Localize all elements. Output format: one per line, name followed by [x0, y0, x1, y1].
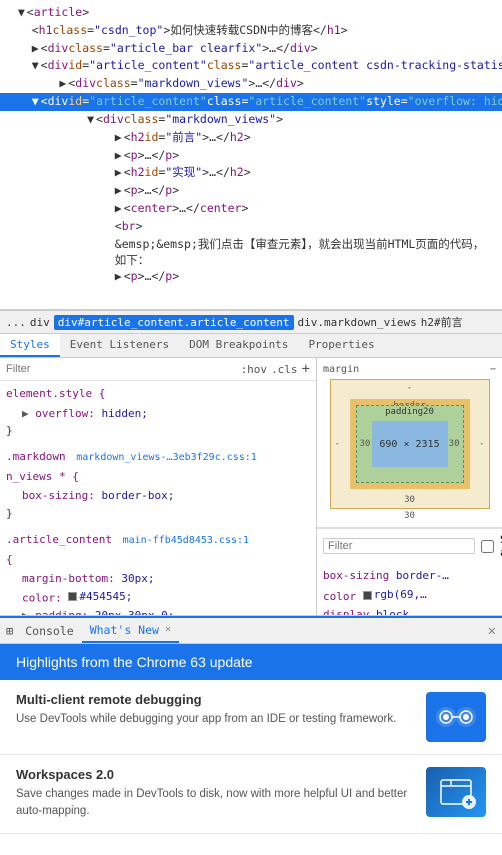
tab-styles[interactable]: Styles	[0, 334, 60, 357]
styles-content: :hov .cls + element.style { ▶ overflow: …	[0, 358, 502, 615]
breadcrumb-item[interactable]: div.markdown_views	[298, 316, 417, 329]
item-image	[426, 767, 486, 817]
css-rule: .article_content main-ffb45d8453.css:1 {…	[6, 531, 310, 615]
expand-arrow[interactable]: ▶	[115, 147, 122, 165]
css-selector: element.style {	[6, 385, 310, 403]
tree-line[interactable]: ▶ <h2 id="前言" >…</h2>	[0, 129, 502, 147]
close-panel-button[interactable]: ✕	[488, 623, 496, 639]
css-property: ▶ overflow: hidden;	[6, 405, 310, 423]
tree-line[interactable]: &emsp;&emsp;我们点击【审查元素】，就会出现当前HTML页面的代码，如…	[0, 236, 502, 268]
tree-line[interactable]: ▶ <p >…</p>	[0, 182, 502, 200]
css-property: margin-bottom: 30px;	[6, 570, 310, 588]
tree-line[interactable]: ▶ <div class="markdown_views" >…</div>	[0, 75, 502, 93]
computed-prop: color rgb(69,…	[323, 586, 496, 607]
tree-line[interactable]: ▶ <div class="article_bar clearfix" >…</…	[0, 40, 502, 58]
tree-line[interactable]: <br>	[0, 218, 502, 236]
tab-whats-new[interactable]: What's New ✕	[82, 619, 179, 643]
breadcrumb-item-active[interactable]: div#article_content.article_content	[54, 315, 294, 330]
html-tree-panel: ▼ <article> <h1 class="csdn_top" >如何快速转载…	[0, 0, 502, 310]
box-model-section: margin − - 30 - - border	[317, 358, 502, 528]
tab-console[interactable]: Console	[17, 620, 81, 642]
css-selector: n_views * {	[6, 468, 310, 486]
breadcrumb: ... div div#article_content.article_cont…	[0, 310, 502, 334]
breadcrumb-item[interactable]: div	[30, 316, 50, 329]
styles-right: margin − - 30 - - border	[317, 358, 502, 615]
color-swatch[interactable]	[68, 592, 77, 601]
computed-properties: box-sizing border-… color rgb(69,… displ…	[317, 563, 502, 615]
css-rule: .markdown markdown_views-…3eb3f29c.css:1…	[6, 448, 310, 523]
tree-line[interactable]: ▶ <center >…</center>	[0, 200, 502, 218]
tab-event-listeners[interactable]: Event Listeners	[60, 334, 179, 357]
expand-arrow[interactable]: ▶	[59, 75, 66, 93]
remote-debug-illustration	[431, 695, 481, 739]
css-selector: .markdown markdown_views-…3eb3f29c.css:1	[6, 448, 310, 466]
tab-properties[interactable]: Properties	[298, 334, 384, 357]
box-content: 690 × 2315	[372, 421, 448, 467]
filter-input[interactable]	[6, 363, 237, 375]
hov-button[interactable]: :hov	[241, 363, 268, 376]
css-source-link[interactable]: markdown_views-…3eb3f29c.css:1	[76, 452, 257, 463]
tree-line[interactable]: ▼ <article>	[0, 4, 502, 22]
expand-arrow[interactable]: ▶	[32, 40, 39, 58]
expand-arrow[interactable]: ▼	[32, 57, 39, 75]
css-property: color: #454545;	[6, 588, 310, 607]
computed-prop: box-sizing border-…	[323, 567, 496, 586]
expand-arrow[interactable]: ▼	[87, 111, 94, 129]
right-filter: Show all	[317, 528, 502, 563]
css-property: box-sizing: border-box;	[6, 487, 310, 505]
css-selector: .article_content main-ffb45d8453.css:1	[6, 531, 310, 549]
right-filter-input[interactable]	[323, 538, 475, 554]
css-selector-brace: {	[6, 551, 310, 569]
tree-line[interactable]: ▼ <div class="markdown_views" >	[0, 111, 502, 129]
console-tab-label: Console	[25, 624, 73, 638]
tree-line[interactable]: ▼ <div id="article_content" class="artic…	[0, 57, 502, 75]
box-bottom-margin: 30	[323, 511, 496, 521]
expand-arrow[interactable]: ▶	[115, 200, 122, 218]
box-model: - 30 - - border padding20 30 30	[330, 379, 490, 509]
styles-tabs: Styles Event Listeners DOM Breakpoints P…	[0, 334, 502, 358]
whats-new-item: Multi-client remote debugging Use DevToo…	[0, 680, 502, 755]
item-image	[426, 692, 486, 742]
expand-arrow[interactable]: ▼	[18, 4, 25, 22]
whats-new-header: Highlights from the Chrome 63 update	[0, 644, 502, 680]
styles-left: :hov .cls + element.style { ▶ overflow: …	[0, 358, 317, 615]
styles-panel: Styles Event Listeners DOM Breakpoints P…	[0, 334, 502, 616]
breadcrumb-item[interactable]: ...	[6, 316, 26, 329]
breadcrumb-item[interactable]: h2#前言	[421, 314, 463, 330]
whats-new-item: Workspaces 2.0 Save changes made in DevT…	[0, 755, 502, 834]
tab-dom-breakpoints[interactable]: DOM Breakpoints	[179, 334, 298, 357]
close-whats-new-button[interactable]: ✕	[165, 624, 171, 635]
whats-new-panel: Highlights from the Chrome 63 update Mul…	[0, 644, 502, 834]
expand-arrow[interactable]: ▶	[115, 182, 122, 200]
styles-rules: element.style { ▶ overflow: hidden; } .m…	[0, 381, 316, 615]
cls-button[interactable]: .cls	[271, 363, 298, 376]
show-all-checkbox[interactable]	[481, 540, 494, 553]
expand-arrow[interactable]: ▶	[115, 129, 122, 147]
computed-prop: display block	[323, 606, 496, 615]
item-title: Multi-client remote debugging	[16, 692, 414, 707]
tree-line-highlighted[interactable]: ▼ <div id="article_content" class="artic…	[0, 93, 502, 111]
css-property: ▶ padding: 20px 30px 0;	[6, 607, 310, 615]
filter-bar: :hov .cls +	[0, 358, 316, 381]
css-rule: element.style { ▶ overflow: hidden; }	[6, 385, 310, 440]
expand-icon: ⊞	[6, 624, 13, 638]
whats-new-tab-label: What's New	[90, 623, 159, 637]
console-tabs: ⊞ Console What's New ✕ ✕	[0, 616, 502, 644]
tree-line[interactable]: ▶ <h2 id="实现" >…</h2>	[0, 164, 502, 182]
item-desc: Save changes made in DevTools to disk, n…	[16, 786, 414, 821]
whats-new-content: Multi-client remote debugging Use DevToo…	[0, 680, 502, 834]
tree-line[interactable]: ▶ <p >…</p>	[0, 268, 502, 286]
css-source-link[interactable]: main-ffb45d8453.css:1	[123, 535, 249, 546]
item-desc: Use DevTools while debugging your app fr…	[16, 711, 414, 728]
html-tree: ▼ <article> <h1 class="csdn_top" >如何快速转载…	[0, 0, 502, 290]
computed-color-swatch[interactable]	[363, 591, 372, 600]
item-title: Workspaces 2.0	[16, 767, 414, 782]
workspaces-illustration	[431, 770, 481, 814]
tree-line[interactable]: <h1 class="csdn_top" >如何快速转载CSDN中的博客</h1…	[0, 22, 502, 40]
tree-line[interactable]: ▶ <p >…</p>	[0, 147, 502, 165]
expand-arrow[interactable]: ▶	[115, 268, 122, 286]
box-model-title: margin −	[323, 364, 496, 375]
add-rule-button[interactable]: +	[302, 361, 310, 377]
expand-arrow[interactable]: ▶	[115, 164, 122, 182]
